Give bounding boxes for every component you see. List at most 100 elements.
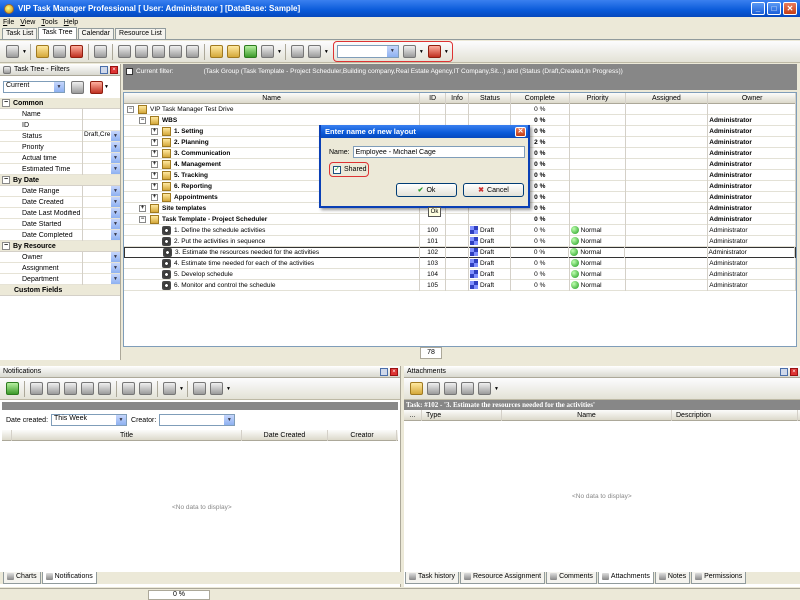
filter-icon[interactable] <box>93 45 107 58</box>
filter-combo[interactable]: Current ▼ <box>3 81 65 93</box>
filter-property-value[interactable]: ▼ <box>82 152 120 164</box>
dropdown-arrow-icon[interactable]: ▼ <box>111 207 120 218</box>
expand-icon[interactable]: + <box>151 182 158 190</box>
cancel-button[interactable]: ✖ Cancel <box>463 183 524 197</box>
apply-filter-icon[interactable] <box>71 80 84 94</box>
filter-property-row[interactable]: Date Created ▼ <box>0 196 120 208</box>
dropdown-arrow-icon[interactable]: ▼ <box>111 262 120 273</box>
outdent-icon[interactable] <box>134 45 148 58</box>
expand-icon[interactable]: + <box>151 171 158 179</box>
filter-property-row[interactable]: Department ▼ <box>0 273 120 285</box>
task-row[interactable]: 3. Estimate the resources needed for the… <box>124 247 796 258</box>
dropdown-arrow-icon[interactable]: ▼ <box>111 152 120 163</box>
collapse-toggle-icon[interactable]: − <box>2 242 10 250</box>
col-name[interactable]: Name <box>124 92 421 104</box>
attach-close-icon[interactable]: × <box>790 367 798 376</box>
task-row[interactable]: 4. Estimate time needed for each of the … <box>124 257 796 269</box>
menu-view[interactable]: View <box>17 19 38 26</box>
filter-property-row[interactable]: Actual time ▼ <box>0 152 120 164</box>
delete-layout-icon[interactable] <box>427 45 441 58</box>
filter-property-value[interactable] <box>82 108 120 120</box>
collapse-toggle-icon[interactable]: − <box>2 99 10 107</box>
expand-icon[interactable]: + <box>151 149 158 157</box>
notif-unread-icon[interactable] <box>47 382 60 395</box>
filter-property-value[interactable]: ▼ <box>82 141 120 153</box>
col-assigned[interactable]: Assigned <box>626 92 709 104</box>
notif-like-icon[interactable] <box>122 382 135 395</box>
filter-property-row[interactable]: Estimated Time ▼ <box>0 163 120 175</box>
collapse-icon[interactable]: − <box>127 105 134 113</box>
creator-combo[interactable]: ▼ <box>159 414 236 426</box>
expand-icon[interactable]: + <box>151 193 158 201</box>
delete-task-icon[interactable] <box>69 45 83 58</box>
tab-charts[interactable]: Charts <box>3 572 41 584</box>
filter-property-value[interactable] <box>82 119 120 131</box>
move-down-icon[interactable] <box>185 45 199 58</box>
notif-refresh-icon[interactable] <box>6 382 19 395</box>
dropdown-arrow-icon[interactable]: ▼ <box>111 141 120 152</box>
filter-property-row[interactable]: Status Draft,Cre ▼ <box>0 130 120 142</box>
filter-property-row[interactable]: Assignment ▼ <box>0 262 120 274</box>
clear-filter-icon[interactable] <box>90 80 103 94</box>
dropdown-arrow-icon[interactable]: ▼ <box>111 130 120 141</box>
filter-category[interactable]: Custom Fields <box>0 285 120 296</box>
notif-open-icon[interactable] <box>98 382 111 395</box>
notif-pin-icon[interactable] <box>380 367 388 376</box>
collapse-all-icon[interactable] <box>226 45 240 58</box>
col-creator[interactable]: Creator <box>328 429 397 441</box>
col-complete[interactable]: Complete <box>511 92 570 104</box>
move-up-alt-icon[interactable] <box>168 45 182 58</box>
tab-attachments[interactable]: Attachments <box>597 572 654 584</box>
col-owner[interactable]: Owner <box>708 92 796 104</box>
close-panel-icon[interactable]: × <box>110 65 118 74</box>
minimize-button[interactable]: _ <box>751 2 765 15</box>
filter-property-row[interactable]: Date Last Modified ▼ <box>0 207 120 219</box>
expand-icon[interactable]: + <box>151 160 158 168</box>
filter-property-value[interactable]: ▼ <box>82 196 120 208</box>
col-attachment-name[interactable]: Name <box>502 409 672 421</box>
options-icon[interactable] <box>260 45 274 58</box>
new-task-icon[interactable] <box>35 45 49 58</box>
tab-task-list[interactable]: Task List <box>2 28 38 39</box>
filter-property-row[interactable]: Date Completed ▼ <box>0 229 120 241</box>
layout-name-input[interactable] <box>352 146 525 158</box>
dropdown-arrow-icon[interactable]: ▼ <box>111 163 120 174</box>
filter-property-row[interactable]: ID <box>0 119 120 131</box>
collapse-icon[interactable]: − <box>139 116 146 124</box>
tab-notes[interactable]: Notes <box>654 572 691 584</box>
filter-property-value[interactable]: ▼ <box>82 251 120 263</box>
dropdown-arrow-icon[interactable]: ▼ <box>111 229 120 240</box>
attach-pin-icon[interactable] <box>780 367 788 376</box>
filter-property-value[interactable]: Draft,Cre ▼ <box>82 130 120 142</box>
dropdown-arrow-icon[interactable]: ▼ <box>111 218 120 229</box>
notif-read-icon[interactable] <box>30 382 43 395</box>
col-title[interactable]: Title <box>12 429 242 441</box>
col-status[interactable]: Status <box>469 92 511 104</box>
notif-filter-options-icon[interactable] <box>209 382 223 395</box>
task-row[interactable]: 2. Put the activities in sequence 101 Draf… <box>124 235 796 247</box>
date-created-combo[interactable]: This Week ▼ <box>51 414 128 426</box>
col-priority[interactable]: Priority <box>570 92 626 104</box>
filter-property-value[interactable]: ▼ <box>82 163 120 175</box>
dropdown-arrow-icon[interactable]: ▼ <box>111 273 120 284</box>
filter-property-value[interactable]: ▼ <box>82 185 120 197</box>
expand-icon[interactable]: + <box>151 138 158 146</box>
close-window-button[interactable]: ✕ <box>783 2 797 15</box>
task-row[interactable]: − VIP Task Manager Test Drive 0 % <box>124 103 796 115</box>
col-description[interactable]: Description <box>672 409 798 421</box>
expand-icon[interactable]: + <box>139 204 146 212</box>
dropdown-arrow-icon[interactable]: ▼ <box>111 196 120 207</box>
filter-property-row[interactable]: Owner ▼ <box>0 251 120 263</box>
shared-checkbox[interactable]: ✓ <box>333 165 341 174</box>
ok-button[interactable]: ✔ Ok <box>396 183 457 197</box>
collapse-toggle-icon[interactable]: − <box>2 176 10 184</box>
filter-property-value[interactable]: ▼ <box>82 218 120 230</box>
notif-close-icon[interactable]: × <box>390 367 398 376</box>
col-date-created[interactable]: Date Created <box>242 429 328 441</box>
collapse-icon[interactable]: − <box>139 215 146 223</box>
dialog-close-button[interactable]: ✕ <box>515 126 526 137</box>
shared-label[interactable]: Shared <box>344 166 367 173</box>
task-row[interactable]: 1. Define the schedule activities 100 Draf… <box>124 224 796 236</box>
filter-property-row[interactable]: Date Started ▼ <box>0 218 120 230</box>
remove-attachment-icon[interactable] <box>461 382 474 395</box>
